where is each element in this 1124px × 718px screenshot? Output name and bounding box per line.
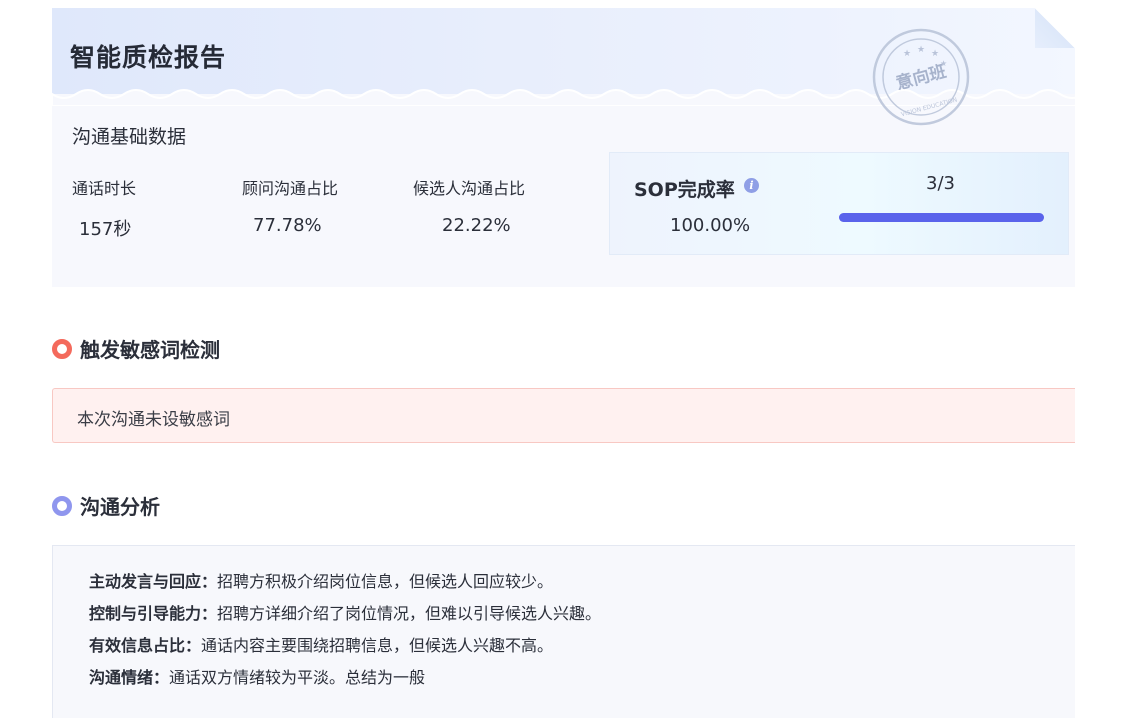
analysis-item-text: 通话内容主要围绕招聘信息，但候选人兴趣不高。 (201, 636, 554, 655)
call-duration-value: 157秒 (79, 219, 132, 240)
report-card: 智能质检报告 意向班 ★ ★ ★ ★ VISION EDUCATION 沟通基础… (52, 8, 1075, 287)
ring-icon (52, 338, 72, 359)
sop-progress-fill (839, 213, 1044, 222)
svg-text:★: ★ (940, 59, 947, 68)
report-title: 智能质检报告 (70, 43, 227, 72)
basic-data-label: 沟通基础数据 (72, 126, 187, 148)
candidate-ratio-value: 22.22% (442, 215, 511, 236)
svg-text:★: ★ (903, 49, 911, 59)
sop-fraction: 3/3 (926, 173, 955, 194)
analysis-item-key: 控制与引导能力： (89, 604, 218, 623)
sop-card: SOP完成率 i 100.00% 3/3 (609, 152, 1069, 255)
call-duration-label: 通话时长 (72, 179, 137, 198)
corner-fold-decoration (1035, 8, 1075, 48)
analysis-item-text: 招聘方详细介绍了岗位情况，但难以引导候选人兴趣。 (217, 604, 602, 623)
analysis-item: 主动发言与回应：招聘方积极介绍岗位信息，但候选人回应较少。 (89, 568, 553, 592)
svg-text:★: ★ (917, 45, 925, 55)
analysis-item-text: 招聘方积极介绍岗位信息，但候选人回应较少。 (217, 572, 554, 591)
info-icon[interactable]: i (744, 178, 759, 193)
analysis-item: 沟通情绪：通话双方情绪较为平淡。总结为一般 (89, 664, 425, 688)
analysis-item-key: 沟通情绪： (89, 668, 170, 687)
analysis-item-key: 有效信息占比： (89, 636, 202, 655)
advisor-ratio-value: 77.78% (253, 215, 322, 236)
stamp-logo: 意向班 ★ ★ ★ ★ VISION EDUCATION (872, 28, 970, 126)
sensitive-alert-text: 本次沟通未设敏感词 (77, 410, 230, 430)
analysis-box: 主动发言与回应：招聘方积极介绍岗位信息，但候选人回应较少。 控制与引导能力：招聘… (52, 545, 1075, 718)
analysis-item: 控制与引导能力：招聘方详细介绍了岗位情况，但难以引导候选人兴趣。 (89, 600, 601, 624)
ring-icon (52, 495, 72, 516)
sop-progress-bar (839, 213, 1044, 222)
sensitive-heading-text: 触发敏感词检测 (80, 338, 220, 362)
analysis-heading-text: 沟通分析 (80, 495, 160, 519)
analysis-section-heading: 沟通分析 (52, 491, 160, 520)
advisor-ratio-label: 顾问沟通占比 (242, 179, 339, 198)
svg-text:★: ★ (931, 49, 939, 59)
sop-title: SOP完成率 (634, 179, 735, 201)
sensitive-alert: 本次沟通未设敏感词 (52, 388, 1075, 443)
candidate-ratio-label: 候选人沟通占比 (413, 179, 526, 198)
analysis-item-text: 通话双方情绪较为平淡。总结为一般 (169, 668, 426, 687)
sensitive-section-heading: 触发敏感词检测 (52, 334, 220, 363)
analysis-item: 有效信息占比：通话内容主要围绕招聘信息，但候选人兴趣不高。 (89, 632, 553, 656)
analysis-item-key: 主动发言与回应： (89, 572, 218, 591)
sop-rate-value: 100.00% (670, 215, 751, 236)
